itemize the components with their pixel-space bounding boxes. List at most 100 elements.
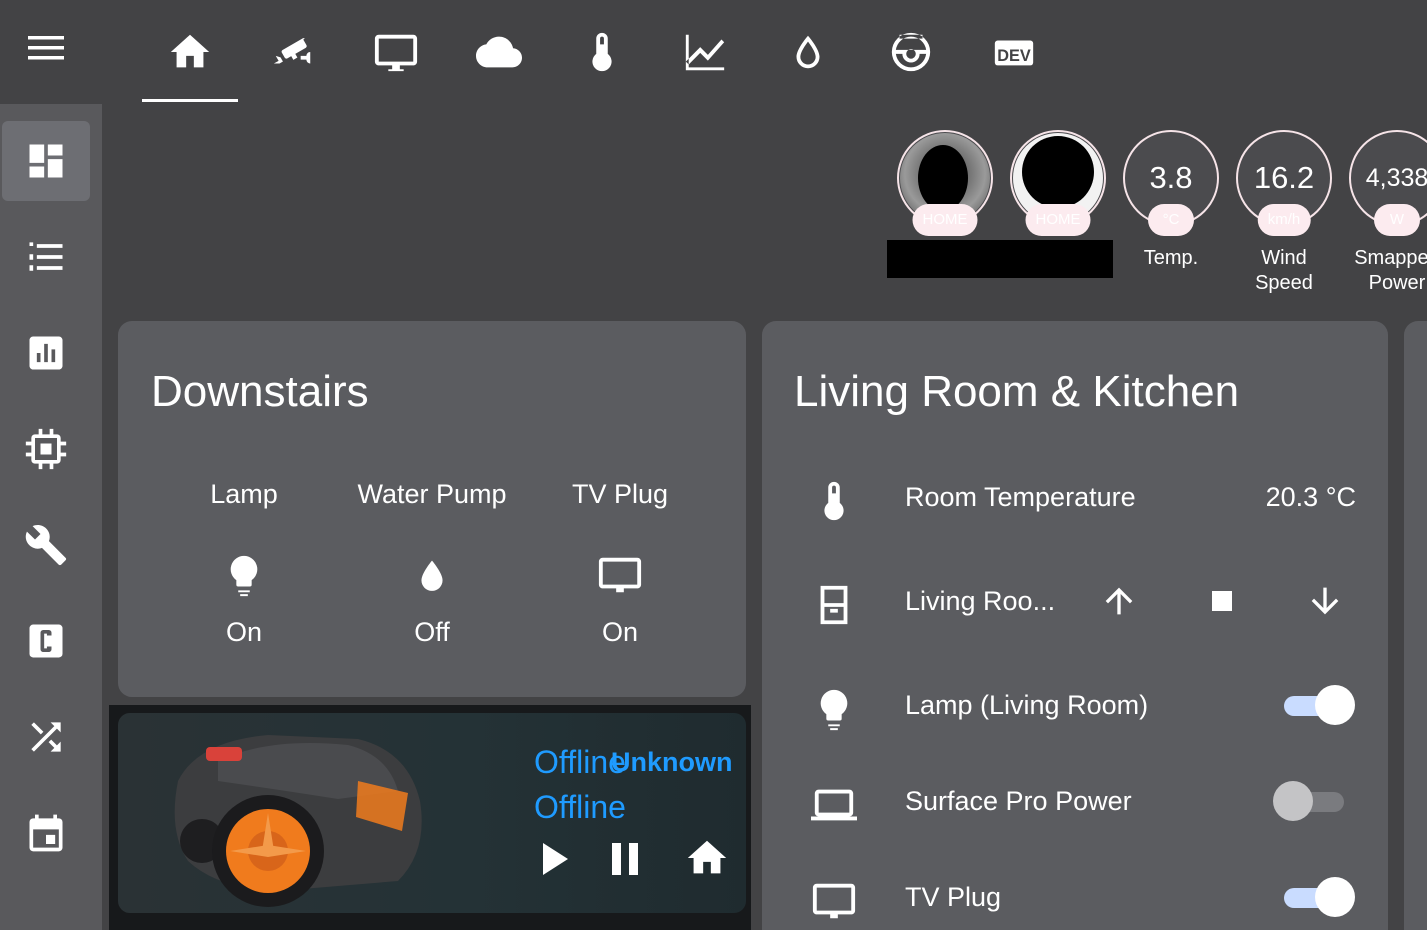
entity-lamp[interactable]: Lamp On (150, 476, 338, 650)
logbook-list-icon (29, 242, 63, 271)
sidebar-item-logbook[interactable] (2, 217, 90, 297)
play-icon (543, 843, 568, 875)
sidebar-item-c[interactable] (2, 601, 90, 681)
toggle-thumb (1315, 877, 1355, 917)
next-card-edge (1404, 321, 1427, 930)
thermometer-icon (592, 32, 612, 72)
wind-speed-badge[interactable]: 16.2 km/h Wind Speed (1236, 130, 1332, 296)
tab-monitor[interactable] (348, 0, 444, 104)
badge-unit: °C (1148, 204, 1194, 236)
tab-history[interactable] (657, 0, 753, 104)
history-chart-icon (29, 336, 63, 370)
entity-water-pump[interactable]: Water Pump Off (338, 476, 526, 650)
tab-vacuum[interactable] (863, 0, 959, 104)
mower-pause-button[interactable] (603, 837, 647, 881)
badge-value-text: 4,338 (1365, 163, 1427, 192)
row-name: Room Temperature (905, 482, 1136, 512)
menu-button[interactable] (20, 26, 72, 70)
television-icon (806, 878, 862, 924)
person-badge-circle: HOME (897, 130, 993, 236)
lamp-living-room-toggle[interactable] (1279, 684, 1355, 726)
mower-connection-text: Offline (534, 789, 626, 825)
entity-state: On (601, 617, 639, 647)
window-shutter-icon (806, 582, 862, 628)
water-icon (796, 35, 820, 69)
tab-cctv[interactable] (245, 0, 341, 104)
badge-label: Wind Speed (1255, 247, 1313, 294)
row-living-room-cover[interactable]: Living Roo... (762, 554, 1388, 654)
badge-value: 16.2 km/h (1236, 130, 1332, 236)
mower-state-text: Unknown (611, 747, 733, 777)
sidebar-item-overview[interactable] (2, 121, 90, 201)
c-box-icon (29, 624, 63, 658)
sidebar-item-shuffle[interactable] (2, 697, 90, 777)
cctv-icon (273, 38, 311, 64)
card-title: Downstairs (151, 367, 369, 416)
cover-close-button[interactable] (1300, 576, 1350, 626)
entity-state: On (225, 617, 263, 647)
badge-label: Smappee Power (1354, 247, 1427, 294)
person-badge-1[interactable]: HOME (897, 130, 993, 236)
redacted-name-block (887, 240, 1113, 278)
row-name: Lamp (Living Room) (905, 690, 1149, 720)
tv-plug-toggle[interactable] (1279, 876, 1355, 918)
toggle-thumb (1273, 781, 1313, 821)
laptop-icon (806, 782, 862, 828)
temperature-badge[interactable]: 3.8 °C Temp. (1123, 130, 1219, 271)
badge-value-text: 16.2 (1253, 160, 1315, 195)
shuffle-icon (31, 722, 61, 752)
wrench-icon (25, 525, 67, 566)
tab-dev[interactable]: DEV (966, 0, 1062, 104)
entity-name: Lamp (210, 479, 278, 509)
dev-icon: DEV (994, 40, 1034, 66)
thermometer-icon (806, 478, 862, 524)
sidebar-item-integrations[interactable] (2, 409, 90, 489)
entity-name: TV Plug (571, 479, 669, 509)
badge-value-text: 3.8 (1149, 160, 1193, 195)
entity-tv-plug[interactable]: TV Plug On (526, 476, 714, 650)
television-icon (526, 550, 714, 600)
cloud-icon (476, 36, 522, 68)
row-name: Living Roo... (905, 586, 1056, 616)
tab-weather[interactable] (451, 0, 547, 104)
cover-open-button[interactable] (1094, 576, 1144, 626)
sidebar-item-calendar[interactable] (2, 793, 90, 873)
lightbulb-icon (150, 550, 338, 600)
menu-icon (28, 36, 64, 60)
sidebar-item-history[interactable] (2, 313, 90, 393)
row-name: TV Plug (905, 882, 1002, 912)
mower-home-button[interactable] (680, 833, 734, 883)
app-header: DEV (0, 0, 1427, 104)
chart-line-icon (685, 34, 725, 71)
person-badge-2[interactable]: HOME (1010, 130, 1106, 236)
badge-unit: W (1374, 204, 1420, 236)
tab-temperature[interactable] (554, 0, 650, 104)
mower-card: Offline Unknown Offline (118, 713, 746, 913)
arrow-up-icon (1105, 587, 1133, 615)
badge-value: 4,338 W (1349, 130, 1427, 236)
row-value: 20.3 °C (1265, 482, 1356, 512)
pause-icon (612, 843, 638, 875)
cover-stop-button[interactable] (1197, 576, 1247, 626)
tab-water[interactable] (760, 0, 856, 104)
lawn-mower-image (174, 735, 422, 907)
row-name: Surface Pro Power (905, 786, 1132, 816)
card-title: Living Room & Kitchen (794, 367, 1240, 416)
tab-home[interactable] (142, 0, 238, 104)
sidebar-item-config[interactable] (2, 505, 90, 585)
badge-value: 3.8 °C (1123, 130, 1219, 236)
badge-unit: HOME (912, 204, 978, 236)
badge-label: Temp. (1143, 247, 1199, 269)
dashboard-icon (29, 144, 63, 178)
badge-unit: HOME (1025, 204, 1091, 236)
water-drop-icon (338, 550, 526, 600)
entity-name: Water Pump (357, 479, 507, 509)
lightbulb-icon (806, 686, 862, 732)
chip-icon (25, 428, 67, 470)
power-badge[interactable]: 4,338 W Smappee Power (1349, 130, 1427, 296)
mower-start-button[interactable] (532, 837, 576, 881)
svg-text:DEV: DEV (997, 47, 1031, 65)
row-room-temperature[interactable]: Room Temperature 20.3 °C (762, 450, 1388, 550)
home-icon (687, 840, 727, 874)
surface-pro-power-toggle[interactable] (1273, 780, 1349, 822)
